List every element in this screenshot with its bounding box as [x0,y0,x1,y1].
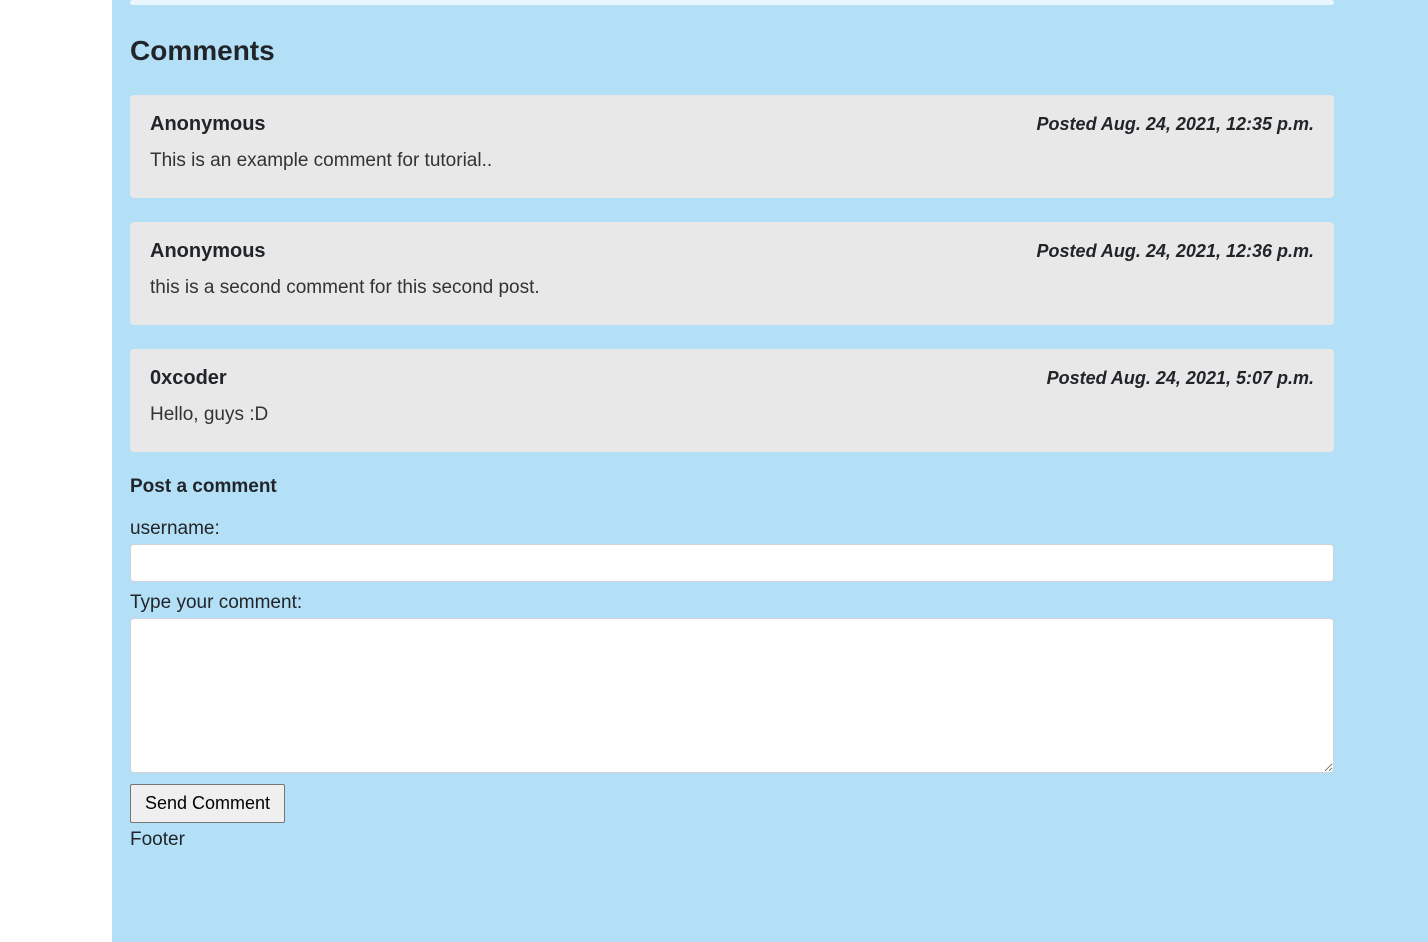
comment-author: Anonymous [150,240,266,263]
comment-body: this is a second comment for this second… [150,277,1314,299]
username-label: username: [130,518,1334,540]
comment-body: Hello, guys :D [150,404,1314,426]
comments-heading: Comments [130,35,1334,67]
post-comment-heading: Post a comment [130,476,1334,498]
main-content: Comments Anonymous Posted Aug. 24, 2021,… [116,0,1348,942]
page-wrap: Comments Anonymous Posted Aug. 24, 2021,… [0,0,1428,942]
comment-author: 0xcoder [150,367,227,390]
comment-card: Anonymous Posted Aug. 24, 2021, 12:36 p.… [130,222,1334,325]
comment-date: Posted Aug. 24, 2021, 12:36 p.m. [1037,241,1314,262]
comment-card: Anonymous Posted Aug. 24, 2021, 12:35 p.… [130,95,1334,198]
comment-author: Anonymous [150,113,266,136]
comment-date: Posted Aug. 24, 2021, 12:35 p.m. [1037,114,1314,135]
username-input[interactable] [130,544,1334,582]
comment-header: Anonymous Posted Aug. 24, 2021, 12:35 p.… [150,113,1314,136]
comment-header: 0xcoder Posted Aug. 24, 2021, 5:07 p.m. [150,367,1314,390]
top-card-sliver [130,0,1334,5]
left-gutter [0,0,116,942]
comment-date: Posted Aug. 24, 2021, 5:07 p.m. [1047,368,1314,389]
comment-body: This is an example comment for tutorial.… [150,150,1314,172]
right-gutter [1348,0,1428,942]
footer-text: Footer [130,829,1334,851]
comment-header: Anonymous Posted Aug. 24, 2021, 12:36 p.… [150,240,1314,263]
comment-textarea[interactable] [130,618,1334,773]
comment-label: Type your comment: [130,592,1334,614]
send-comment-button[interactable]: Send Comment [130,784,285,823]
comment-card: 0xcoder Posted Aug. 24, 2021, 5:07 p.m. … [130,349,1334,452]
